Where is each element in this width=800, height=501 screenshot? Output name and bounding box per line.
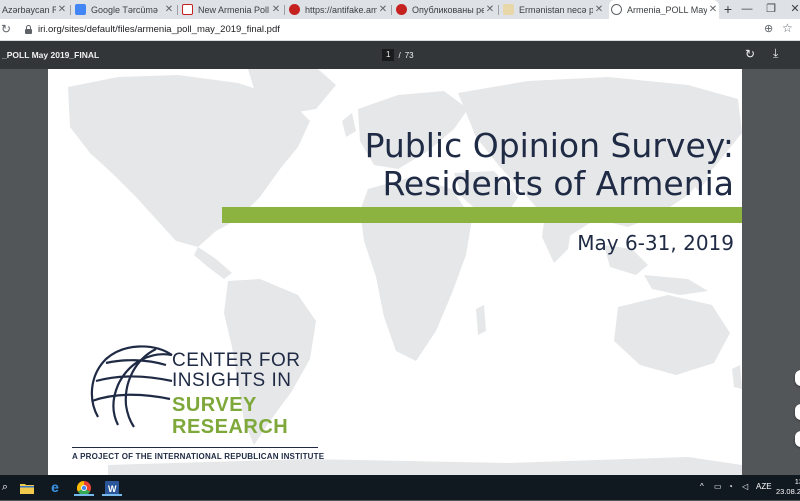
logo-text-line4: RESEARCH <box>172 416 289 438</box>
tab-6[interactable]: Ermənistan necə parlament ✕ <box>501 0 605 19</box>
side-button-3[interactable] <box>795 431 800 447</box>
url-field[interactable]: iri.org/sites/default/files/armenia_poll… <box>38 24 280 35</box>
close-icon[interactable]: ✕ <box>56 4 68 15</box>
minimize-icon[interactable]: — <box>740 0 754 19</box>
slide-title: Public Opinion Survey: Residents of Arme… <box>365 127 734 203</box>
current-page-input[interactable]: 1 <box>382 49 395 61</box>
address-bar: ↻ iri.org/sites/default/files/armenia_po… <box>0 19 800 41</box>
tab-5-label: Опубликованы результаты <box>412 4 484 15</box>
lock-icon[interactable] <box>25 25 32 34</box>
svg-text:W: W <box>108 484 117 494</box>
tab-7-label: Armenia_POLL May 2019 <box>627 4 707 15</box>
page-separator: / <box>398 50 401 60</box>
tab-2-label: Google Tərcümə <box>91 4 158 15</box>
close-icon[interactable]: ✕ <box>270 4 282 15</box>
news-favicon-icon <box>396 4 407 15</box>
globe-logo-icon <box>90 345 173 428</box>
system-clock[interactable]: 13:30 23.08.2019 <box>776 477 800 497</box>
close-icon[interactable]: ✕ <box>484 4 496 15</box>
word-icon[interactable]: W <box>102 479 122 496</box>
language-indicator[interactable]: AZE <box>756 482 772 491</box>
tab-6-label: Ermənistan necə parlament <box>519 4 593 15</box>
tab-4[interactable]: https://antifake.am/ru/ ✕ <box>287 0 389 19</box>
tray-chevron-icon[interactable]: ^ <box>700 482 704 491</box>
slide-title-line1: Public Opinion Survey: <box>364 126 734 165</box>
pdf-toolbar: _POLL May 2019_FINAL 1 / 73 ↻ ⤓ <box>0 41 800 69</box>
cisr-logo: CENTER FOR INSIGHTS IN SURVEY RESEARCH A… <box>68 341 328 466</box>
globe-icon <box>611 4 622 15</box>
edge-icon[interactable]: e <box>46 479 64 496</box>
clock-time: 13:30 <box>794 477 800 486</box>
pdf-document-title: _POLL May 2019_FINAL <box>2 50 100 60</box>
window-close-icon[interactable]: ✕ <box>788 0 800 19</box>
survey-date: May 6-31, 2019 <box>577 231 734 255</box>
zoom-icon[interactable]: ⊕ <box>764 22 773 35</box>
tab-1[interactable]: Azərbaycan Respublikası ✕ <box>0 0 68 19</box>
site-favicon-icon <box>503 4 514 15</box>
reload-icon[interactable]: ↻ <box>1 22 11 36</box>
wifi-icon[interactable]: ◔ <box>728 482 733 491</box>
slide-title-line2: Residents of Armenia <box>382 164 734 203</box>
volume-icon[interactable]: ◁ <box>742 482 748 491</box>
logo-divider <box>72 447 318 448</box>
logo-text-line1: CENTER FOR <box>172 350 301 371</box>
search-icon[interactable]: ⌕ <box>0 479 10 496</box>
tab-3[interactable]: New Armenia Poll Shows ✕ <box>180 0 282 19</box>
download-icon[interactable]: ⤓ <box>773 46 778 61</box>
close-icon[interactable]: ✕ <box>163 4 175 15</box>
antifake-favicon-icon <box>289 4 300 15</box>
close-icon[interactable]: ✕ <box>377 4 389 15</box>
chrome-icon[interactable] <box>74 479 94 496</box>
logo-tagline: A PROJECT OF THE INTERNATIONAL REPUBLICA… <box>72 452 325 461</box>
tab-2[interactable]: Google Tərcümə ✕ <box>73 0 175 19</box>
rotate-icon[interactable]: ↻ <box>745 47 755 61</box>
logo-text-line2: INSIGHTS IN <box>172 370 292 391</box>
battery-icon[interactable]: ▭ <box>714 482 722 491</box>
side-button-1[interactable] <box>795 370 800 386</box>
taskbar: ⌕ e W ^ ▭ ◔ ◁ AZE 13:30 23.08.2019 <box>0 475 800 500</box>
google-translate-icon <box>75 4 86 15</box>
close-icon[interactable]: ✕ <box>593 4 605 15</box>
new-tab-button[interactable]: + <box>721 0 735 19</box>
clock-date: 23.08.2019 <box>776 487 800 496</box>
total-pages: 73 <box>404 50 414 60</box>
tab-1-label: Azərbaycan Respublikası <box>2 4 56 15</box>
page-indicator: 1 / 73 <box>382 49 414 61</box>
bookmark-star-icon[interactable]: ☆ <box>782 21 793 35</box>
file-explorer-icon[interactable] <box>18 479 36 496</box>
maximize-icon[interactable]: ❐ <box>764 0 778 19</box>
tab-5[interactable]: Опубликованы результаты ✕ <box>394 0 496 19</box>
logo-text-line3: SURVEY <box>172 394 257 416</box>
tab-active-pdf[interactable]: Armenia_POLL May 2019 ✕ <box>609 0 719 19</box>
tab-4-label: https://antifake.am/ru/ <box>305 4 377 15</box>
tab-strip: Azərbaycan Respublikası ✕ Google Tərcümə… <box>0 0 800 19</box>
iri-favicon-icon <box>182 4 193 15</box>
side-button-2[interactable] <box>795 404 800 420</box>
tab-3-label: New Armenia Poll Shows <box>198 4 270 15</box>
accent-bar <box>222 207 742 223</box>
pdf-page: Public Opinion Survey: Residents of Arme… <box>48 69 742 475</box>
close-icon[interactable]: ✕ <box>707 4 719 15</box>
